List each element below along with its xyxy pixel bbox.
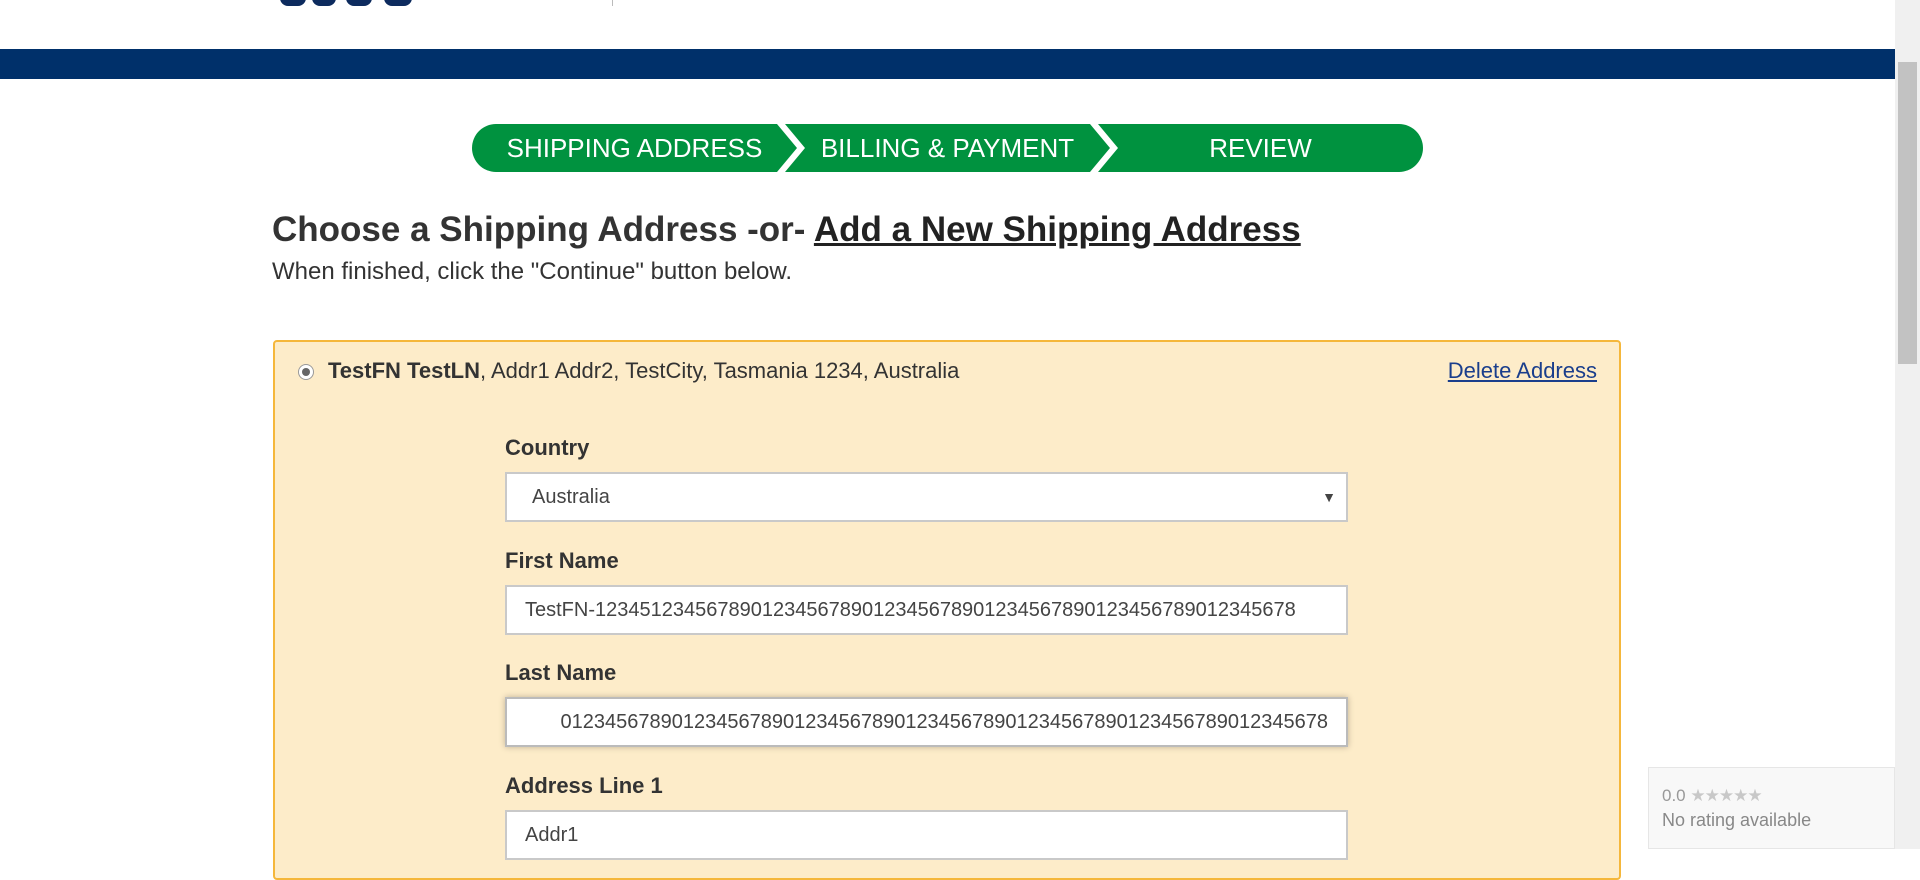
country-value: Australia bbox=[532, 486, 610, 508]
last-name-value: 0123456789012345678901234567890123456789… bbox=[560, 711, 1329, 733]
step-label: BILLING & PAYMENT bbox=[820, 133, 1075, 163]
last-name-input[interactable]: 0123456789012345678901234567890123456789… bbox=[505, 697, 1348, 747]
address-summary: TestFN TestLN, Addr1 Addr2, TestCity, Ta… bbox=[328, 358, 959, 384]
step-label: SHIPPING ADDRESS bbox=[506, 133, 763, 163]
page-title: Choose a Shipping Address -or- Add a New… bbox=[272, 210, 1301, 250]
address-radio-button[interactable] bbox=[298, 364, 314, 380]
first-name-label: First Name bbox=[505, 548, 619, 573]
first-name-value: TestFN-123451234567890123456789012345678… bbox=[525, 599, 1296, 621]
first-name-input[interactable]: TestFN-123451234567890123456789012345678… bbox=[505, 585, 1348, 635]
country-label: Country bbox=[505, 435, 590, 460]
rating-score-row: 0.0 ★★★★★ bbox=[1662, 786, 1763, 806]
step-label: REVIEW bbox=[1209, 133, 1312, 163]
address-name: TestFN TestLN bbox=[328, 358, 480, 383]
step-billing-payment[interactable]: BILLING & PAYMENT bbox=[785, 124, 1110, 172]
selected-address-card: TestFN TestLN, Addr1 Addr2, TestCity, Ta… bbox=[273, 340, 1621, 880]
last-name-label: Last Name bbox=[505, 660, 617, 685]
rating-text: No rating available bbox=[1662, 810, 1812, 830]
address-line-1-label: Address Line 1 bbox=[505, 773, 663, 798]
chevron-down-icon: ▼ bbox=[1322, 489, 1336, 505]
site-logo[interactable] bbox=[280, 0, 520, 6]
country-select[interactable]: Australia ▼ bbox=[505, 472, 1348, 522]
rating-badge[interactable]: 0.0 ★★★★★ No rating available bbox=[1648, 767, 1895, 849]
delete-address-link[interactable]: Delete Address bbox=[1448, 358, 1597, 384]
page-title-text: Choose a Shipping Address -or- bbox=[272, 210, 814, 249]
address-line-1-value: Addr1 bbox=[525, 824, 579, 846]
site-header bbox=[0, 0, 1895, 49]
navigation-bar bbox=[0, 49, 1895, 79]
address-details: , Addr1 Addr2, TestCity, Tasmania 1234, … bbox=[479, 358, 960, 383]
address-line-1-input[interactable]: Addr1 bbox=[505, 810, 1348, 860]
checkout-progress: SHIPPING ADDRESS BILLING & PAYMENT REVIE… bbox=[472, 124, 1423, 172]
step-review[interactable]: REVIEW bbox=[1098, 124, 1423, 172]
rating-score: 0.0 bbox=[1662, 786, 1686, 805]
add-new-address-link[interactable]: Add a New Shipping Address bbox=[814, 210, 1301, 249]
instructions-text: When finished, click the "Continue" butt… bbox=[272, 258, 793, 285]
scrollbar-thumb[interactable] bbox=[1898, 62, 1917, 364]
step-shipping-address[interactable]: SHIPPING ADDRESS bbox=[472, 124, 797, 172]
header-divider bbox=[612, 0, 613, 6]
star-rating-icon: ★★★★★ bbox=[1690, 786, 1762, 805]
